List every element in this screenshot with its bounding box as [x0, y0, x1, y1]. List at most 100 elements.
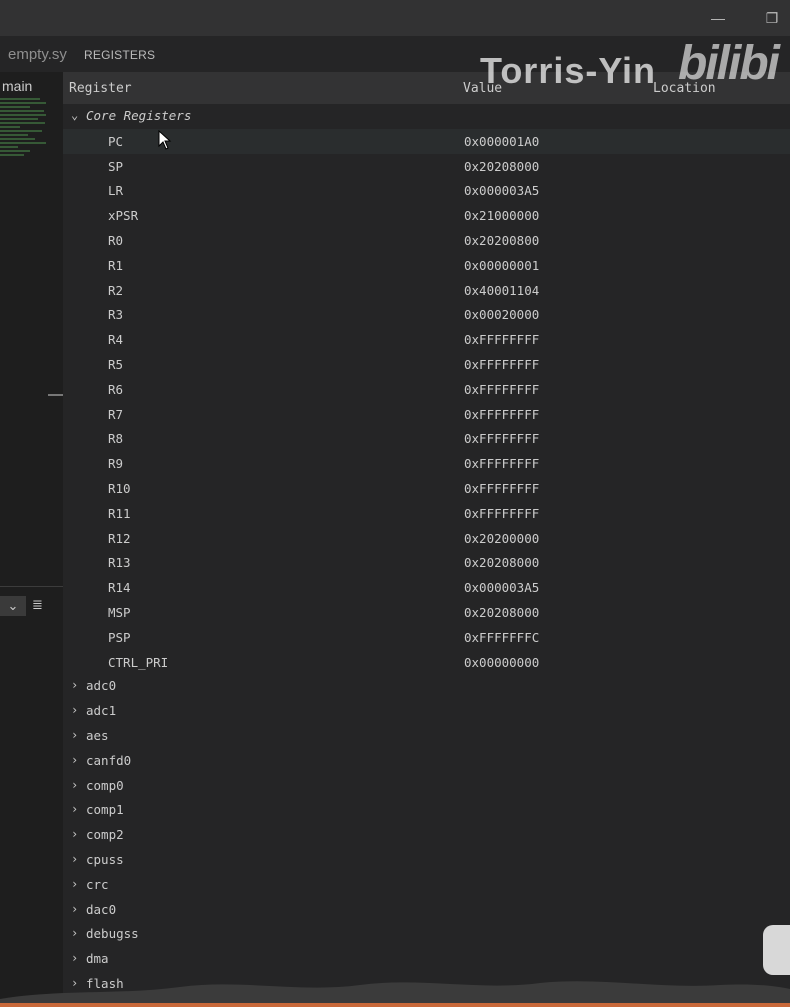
- chevron-right-icon[interactable]: ›: [71, 951, 83, 965]
- register-row[interactable]: R11 0xFFFFFFFF: [63, 501, 790, 526]
- register-row[interactable]: R2 0x40001104: [63, 278, 790, 303]
- register-row[interactable]: R9 0xFFFFFFFF: [63, 451, 790, 476]
- register-name: R13: [108, 555, 131, 571]
- chevron-right-icon[interactable]: ›: [71, 852, 83, 866]
- peripheral-name: crc: [86, 876, 109, 892]
- register-row[interactable]: R4 0xFFFFFFFF: [63, 327, 790, 352]
- register-row[interactable]: CTRL_PRI 0x00000000: [63, 650, 790, 675]
- register-value[interactable]: 0xFFFFFFFF: [464, 332, 539, 347]
- clear-output-icon[interactable]: ≣: [32, 597, 50, 613]
- mouse-cursor-icon: [158, 130, 172, 150]
- bilibili-tv-icon[interactable]: [763, 925, 790, 975]
- register-value[interactable]: 0x20208000: [464, 605, 539, 620]
- peripheral-name: comp2: [86, 827, 124, 843]
- register-name: R0: [108, 233, 124, 248]
- register-row[interactable]: R5 0xFFFFFFFF: [63, 352, 790, 377]
- peripheral-row[interactable]: › dma: [63, 947, 790, 972]
- register-value[interactable]: 0x000003A5: [464, 580, 539, 595]
- chevron-right-icon[interactable]: ›: [71, 926, 83, 940]
- peripheral-row[interactable]: › canfd0: [63, 749, 790, 774]
- register-value[interactable]: 0x000003A5: [464, 183, 539, 198]
- chevron-right-icon[interactable]: ›: [71, 827, 83, 841]
- register-name: PSP: [108, 629, 131, 645]
- peripheral-row[interactable]: › adc0: [63, 674, 790, 699]
- chevron-right-icon[interactable]: ›: [71, 703, 83, 717]
- chevron-right-icon[interactable]: ›: [71, 753, 83, 767]
- restore-icon[interactable]: ❐: [762, 8, 782, 28]
- register-name: R2: [108, 282, 124, 298]
- peripheral-name: cpuss: [86, 852, 124, 867]
- register-value[interactable]: 0xFFFFFFFF: [464, 407, 539, 422]
- register-row[interactable]: R10 0xFFFFFFFF: [63, 476, 790, 501]
- minimize-icon[interactable]: —: [708, 8, 728, 28]
- register-value[interactable]: 0x20208000: [464, 555, 539, 570]
- register-row[interactable]: R1 0x00000001: [63, 253, 790, 278]
- group-core-registers[interactable]: ⌄ Core Registers: [63, 104, 790, 129]
- register-value[interactable]: 0x40001104: [464, 283, 539, 298]
- register-row[interactable]: R7 0xFFFFFFFF: [63, 402, 790, 427]
- register-value[interactable]: 0xFFFFFFFF: [464, 481, 539, 496]
- chevron-right-icon[interactable]: ›: [71, 678, 83, 692]
- peripheral-row[interactable]: › adc1: [63, 699, 790, 724]
- register-row[interactable]: R8 0xFFFFFFFF: [63, 426, 790, 451]
- peripheral-row[interactable]: › comp0: [63, 774, 790, 799]
- editor-breadcrumb[interactable]: main: [2, 78, 32, 94]
- chevron-down-icon[interactable]: ⌄: [71, 108, 83, 122]
- peripheral-name: aes: [86, 728, 109, 743]
- tab-editor-file[interactable]: empty.sy: [8, 46, 67, 63]
- peripheral-row[interactable]: › comp2: [63, 823, 790, 848]
- register-row[interactable]: LR 0x000003A5: [63, 178, 790, 203]
- register-value[interactable]: 0x00020000: [464, 307, 539, 322]
- register-row[interactable]: R0 0x20200800: [63, 228, 790, 253]
- chevron-right-icon[interactable]: ›: [71, 802, 83, 816]
- register-row[interactable]: R14 0x000003A5: [63, 575, 790, 600]
- title-bar: — ❐: [0, 0, 790, 36]
- register-row[interactable]: PSP 0xFFFFFFFC: [63, 625, 790, 650]
- register-name: R6: [108, 381, 124, 397]
- register-row[interactable]: MSP 0x20208000: [63, 600, 790, 625]
- minimap[interactable]: [0, 96, 48, 216]
- register-value[interactable]: 0x21000000: [464, 208, 539, 223]
- peripheral-row[interactable]: › aes: [63, 724, 790, 749]
- peripheral-row[interactable]: › comp1: [63, 798, 790, 823]
- peripheral-row[interactable]: › cpuss: [63, 848, 790, 873]
- chevron-right-icon[interactable]: ›: [71, 728, 83, 742]
- chevron-right-icon[interactable]: ›: [71, 778, 83, 792]
- register-value[interactable]: 0xFFFFFFFF: [464, 357, 539, 372]
- register-value[interactable]: 0x00000001: [464, 258, 539, 273]
- peripheral-row[interactable]: › dac0: [63, 898, 790, 923]
- register-row[interactable]: R3 0x00020000: [63, 302, 790, 327]
- peripheral-row[interactable]: › crc: [63, 873, 790, 898]
- chevron-right-icon[interactable]: ›: [71, 877, 83, 891]
- register-value[interactable]: 0x000001A0: [464, 134, 539, 149]
- register-row[interactable]: PC 0x000001A0: [63, 128, 790, 154]
- register-value[interactable]: 0x20208000: [464, 159, 539, 174]
- register-row[interactable]: xPSR 0x21000000: [63, 203, 790, 228]
- watermark-text: Torris-Yin: [480, 50, 657, 91]
- register-name: xPSR: [108, 208, 139, 224]
- register-row[interactable]: R13 0x20208000: [63, 550, 790, 575]
- register-row[interactable]: R6 0xFFFFFFFF: [63, 377, 790, 402]
- peripheral-row[interactable]: › debugss: [63, 922, 790, 947]
- group-label: Core Registers: [86, 108, 192, 123]
- left-editor-area: main ⌄ ≣: [0, 72, 63, 1007]
- scrollbar-thumb[interactable]: [48, 394, 63, 396]
- column-register[interactable]: Register: [69, 81, 132, 96]
- register-value[interactable]: 0x20200800: [464, 233, 539, 248]
- register-value[interactable]: 0xFFFFFFFF: [464, 382, 539, 397]
- register-value[interactable]: 0x20200000: [464, 531, 539, 546]
- register-value[interactable]: 0xFFFFFFFC: [464, 630, 539, 645]
- register-value[interactable]: 0xFFFFFFFF: [464, 456, 539, 471]
- register-value[interactable]: 0x00000000: [464, 655, 539, 670]
- peripheral-name: canfd0: [86, 752, 132, 768]
- chevron-right-icon[interactable]: ›: [71, 902, 83, 916]
- chevron-down-icon[interactable]: ⌄: [0, 596, 26, 616]
- tab-registers[interactable]: REGISTERS: [84, 48, 155, 62]
- register-row[interactable]: SP 0x20208000: [63, 154, 790, 179]
- register-value[interactable]: 0xFFFFFFFF: [464, 506, 539, 521]
- register-name: R9: [108, 456, 124, 472]
- register-name: R11: [108, 505, 131, 521]
- register-row[interactable]: R12 0x20200000: [63, 526, 790, 551]
- register-value[interactable]: 0xFFFFFFFF: [464, 431, 539, 446]
- peripheral-name: adc0: [86, 678, 117, 694]
